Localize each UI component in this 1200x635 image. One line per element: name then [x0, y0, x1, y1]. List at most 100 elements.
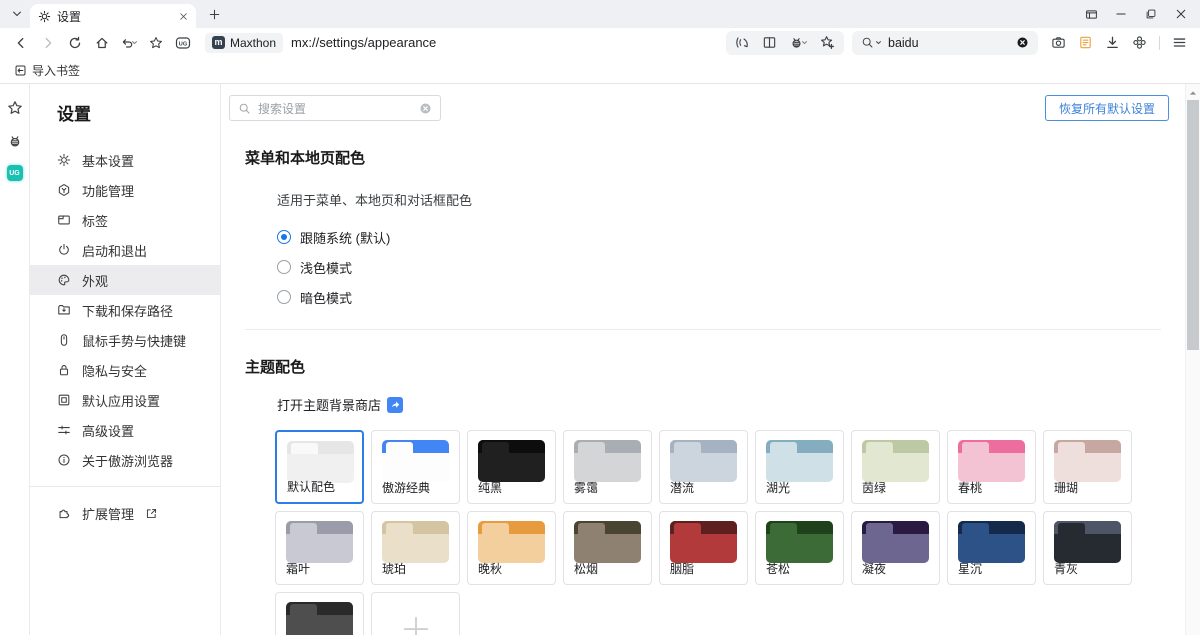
settings-search-input[interactable]: 搜索设置	[229, 95, 441, 121]
search-value[interactable]: baidu	[888, 36, 1010, 50]
theme-card-10[interactable]: 琥珀	[371, 511, 460, 585]
reload-button[interactable]	[62, 31, 87, 55]
main-menu-button[interactable]	[1167, 31, 1192, 55]
search-engine-button[interactable]	[861, 36, 882, 49]
sidebar-item-label: 扩展管理	[82, 504, 134, 523]
maximize-icon	[1145, 8, 1157, 20]
bookmarks-bar: 导入书签	[0, 57, 1200, 84]
minimize-button[interactable]	[1106, 2, 1136, 26]
theme-card-8[interactable]: 珊瑚	[1043, 430, 1132, 504]
radio-unselected-icon[interactable]	[277, 290, 291, 304]
forward-button[interactable]	[35, 31, 60, 55]
note-icon	[1078, 35, 1093, 50]
sidebar-item-0[interactable]: 基本设置	[30, 145, 220, 175]
theme-card-14[interactable]: 苍松	[755, 511, 844, 585]
scroll-up-icon[interactable]	[1188, 88, 1198, 98]
back-button[interactable]	[8, 31, 33, 55]
sidebar-item-1[interactable]: 功能管理	[30, 175, 220, 205]
theme-card-15[interactable]: 凝夜	[851, 511, 940, 585]
rail-favorites-button[interactable]	[6, 99, 24, 117]
theme-swatch	[478, 521, 545, 563]
import-bookmarks-item[interactable]: 导入书签	[10, 60, 84, 81]
theme-swatch	[1054, 440, 1121, 482]
theme-name: 湖光	[766, 479, 790, 496]
theme-card-2[interactable]: 纯黑	[467, 430, 556, 504]
color-mode-option-2[interactable]: 暗色模式	[277, 289, 1161, 305]
color-mode-option-1[interactable]: 浅色模式	[277, 259, 1161, 275]
read-aloud-icon[interactable]	[735, 35, 750, 50]
ug-button[interactable]: UG	[170, 31, 195, 55]
theme-card-11[interactable]: 晚秋	[467, 511, 556, 585]
sidebar-item-4[interactable]: 外观	[30, 265, 220, 295]
theme-card-17[interactable]: 青灰	[1043, 511, 1132, 585]
radio-unselected-icon[interactable]	[277, 260, 291, 274]
theme-card-0[interactable]: 默认配色	[275, 430, 364, 504]
sidebar-item-6[interactable]: 鼠标手势与快捷键	[30, 325, 220, 355]
new-tab-button[interactable]	[202, 2, 226, 26]
info-icon	[57, 453, 71, 467]
theme-swatch	[382, 521, 449, 563]
sidebar-item-10[interactable]: 关于傲游浏览器	[30, 445, 220, 475]
favorites-button[interactable]	[143, 31, 168, 55]
site-identity-chip[interactable]: m Maxthon	[205, 33, 283, 53]
bee-notes-button[interactable]	[789, 35, 808, 50]
theme-card-4[interactable]: 潜流	[659, 430, 748, 504]
menu-icon	[1172, 35, 1187, 50]
theme-card-7[interactable]: 春桃	[947, 430, 1036, 504]
import-bookmarks-icon	[14, 64, 27, 77]
tab-settings[interactable]: 设置	[30, 4, 196, 28]
sidebar-item-3[interactable]: 启动和退出	[30, 235, 220, 265]
screenshot-button[interactable]	[1046, 31, 1071, 55]
reader-mode-icon[interactable]	[762, 35, 777, 50]
sidebar-item-8[interactable]: 默认应用设置	[30, 385, 220, 415]
add-theme-card[interactable]	[371, 592, 460, 635]
theme-name: 傲游经典	[382, 479, 430, 496]
sidebar-item-label: 下载和保存路径	[82, 301, 173, 320]
rail-ug-badge[interactable]: UG	[7, 165, 23, 181]
theme-store-link[interactable]: 打开主题背景商店	[277, 395, 381, 414]
theme-card-16[interactable]: 星沉	[947, 511, 1036, 585]
boss-key-button[interactable]	[1076, 2, 1106, 26]
sidebar-item-2[interactable]: 标签	[30, 205, 220, 235]
theme-card-13[interactable]: 胭脂	[659, 511, 748, 585]
tab-list-button[interactable]	[6, 4, 28, 24]
theme-card-3[interactable]: 雾霭	[563, 430, 652, 504]
open-store-button[interactable]	[387, 397, 403, 413]
theme-card-1[interactable]: 傲游经典	[371, 430, 460, 504]
download-folder-icon	[57, 303, 71, 317]
maximize-button[interactable]	[1136, 2, 1166, 26]
scrollbar[interactable]	[1185, 84, 1200, 635]
clear-search-icon[interactable]	[1016, 36, 1029, 49]
address-bar[interactable]: m Maxthon mx://settings/appearance	[197, 31, 724, 55]
url-text[interactable]: mx://settings/appearance	[291, 35, 436, 50]
radio-selected-icon[interactable]	[277, 230, 291, 244]
sidebar-item-extensions[interactable]: 扩展管理	[30, 498, 220, 528]
clover-button[interactable]	[1127, 31, 1152, 55]
sidebar-item-7[interactable]: 隐私与安全	[30, 355, 220, 385]
theme-card-6[interactable]: 茵绿	[851, 430, 940, 504]
close-window-button[interactable]	[1166, 2, 1196, 26]
star-icon	[7, 100, 23, 116]
color-mode-option-0[interactable]: 跟随系统 (默认)	[277, 229, 1161, 245]
tab-close-icon[interactable]	[179, 12, 188, 21]
clear-icon[interactable]	[419, 102, 432, 115]
sidebar-item-9[interactable]: 高级设置	[30, 415, 220, 445]
theme-card-9[interactable]: 霜叶	[275, 511, 364, 585]
theme-card-18[interactable]: 暗夜	[275, 592, 364, 635]
caret-down-icon	[131, 39, 138, 46]
theme-card-12[interactable]: 松烟	[563, 511, 652, 585]
sidebar-item-5[interactable]: 下载和保存路径	[30, 295, 220, 325]
ug-badge-icon: UG	[175, 35, 191, 51]
home-button[interactable]	[89, 31, 114, 55]
theme-swatch	[862, 440, 929, 482]
scrollbar-thumb[interactable]	[1187, 100, 1199, 350]
undo-tab-button[interactable]	[116, 31, 141, 55]
toolbar-search[interactable]: baidu	[852, 31, 1038, 55]
add-favorite-icon[interactable]	[820, 35, 835, 50]
theme-card-5[interactable]: 湖光	[755, 430, 844, 504]
restore-defaults-button[interactable]: 恢复所有默认设置	[1045, 95, 1169, 121]
downloads-button[interactable]	[1100, 31, 1125, 55]
rail-bee-button[interactable]	[6, 132, 24, 150]
note-button[interactable]	[1073, 31, 1098, 55]
screenshot-icon	[1051, 35, 1066, 50]
